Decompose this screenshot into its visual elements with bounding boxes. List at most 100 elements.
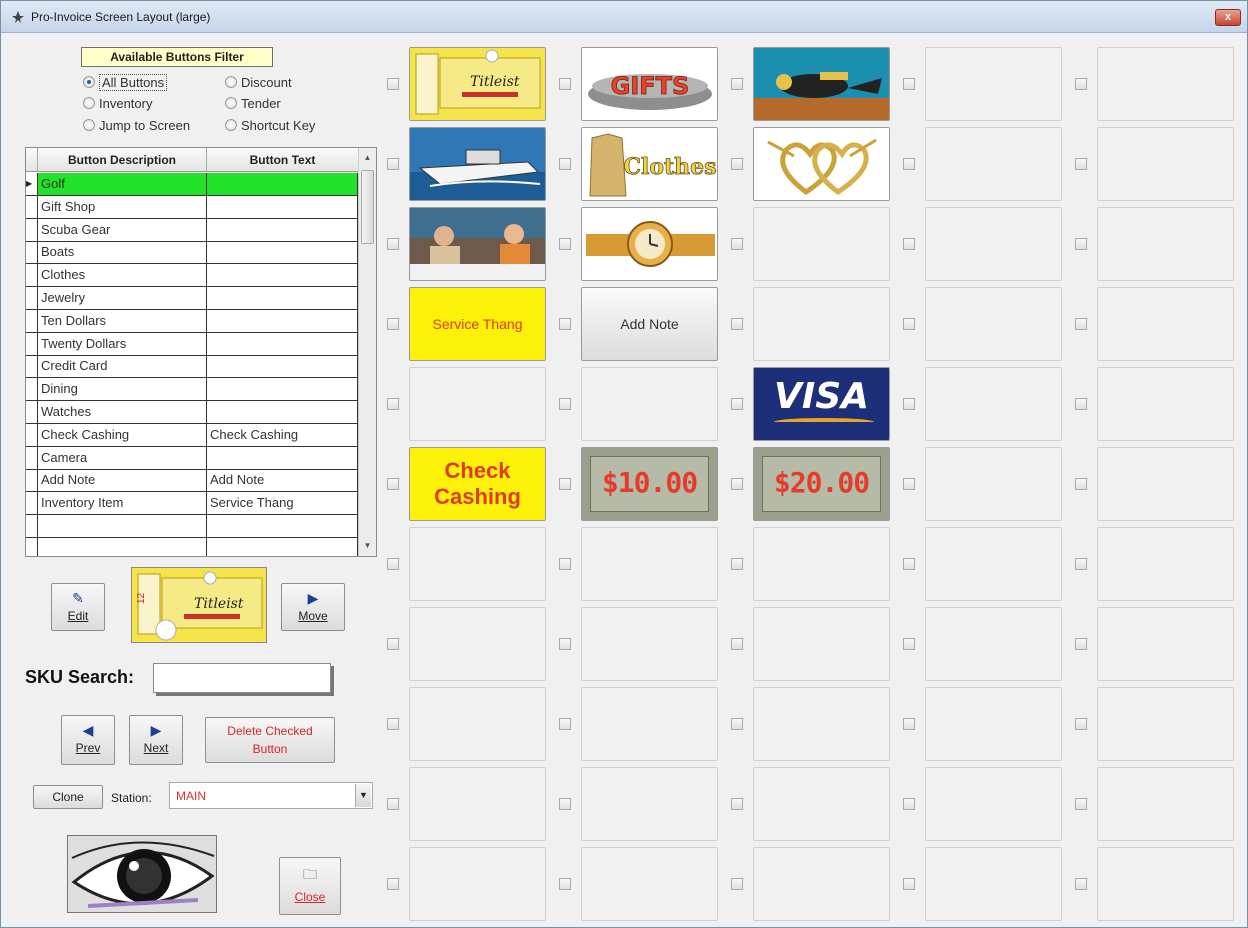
sku-search-input[interactable] — [153, 663, 331, 693]
button-checkbox[interactable] — [1075, 798, 1087, 810]
matrix-button-ten-dollars[interactable]: $10.00 — [581, 447, 718, 521]
matrix-button-watches[interactable] — [581, 207, 718, 281]
close-button[interactable]: 🗀 Close — [279, 857, 341, 915]
button-checkbox[interactable] — [387, 398, 399, 410]
matrix-button-gift-shop[interactable]: GIFTS — [581, 47, 718, 121]
table-row[interactable]: Check Cashing Check Cashing — [26, 423, 359, 447]
matrix-button-empty[interactable] — [409, 527, 546, 601]
edit-button[interactable]: ✎ Edit — [51, 583, 105, 631]
button-checkbox[interactable] — [903, 238, 915, 250]
cell-button-text[interactable] — [207, 309, 358, 332]
cell-description[interactable]: Clothes — [38, 264, 207, 287]
cell-description[interactable]: Check Cashing — [38, 423, 207, 446]
cell-description[interactable]: Watches — [38, 401, 207, 423]
radio-shortcut-key[interactable]: Shortcut Key — [225, 116, 315, 134]
radio-jump-to-screen[interactable]: Jump to Screen — [83, 116, 190, 134]
cell-description[interactable]: Jewelry — [38, 287, 207, 309]
matrix-button-empty[interactable] — [409, 607, 546, 681]
matrix-button-empty[interactable] — [925, 527, 1062, 601]
table-row[interactable] — [26, 537, 359, 556]
table-row[interactable]: Ten Dollars — [26, 309, 359, 333]
scroll-up-icon[interactable]: ▲ — [359, 150, 376, 166]
cell-description[interactable]: Credit Card — [38, 355, 207, 378]
matrix-button-empty[interactable] — [1097, 527, 1234, 601]
cell-description[interactable]: Inventory Item — [38, 492, 207, 515]
matrix-button-golf[interactable]: Titleist — [409, 47, 546, 121]
cell-description[interactable]: Scuba Gear — [38, 218, 207, 241]
table-row[interactable]: Boats — [26, 241, 359, 265]
matrix-button-service-thang[interactable]: Service Thang — [409, 287, 546, 361]
button-checkbox[interactable] — [1075, 878, 1087, 890]
cell-description[interactable] — [38, 515, 207, 537]
button-checkbox[interactable] — [903, 78, 915, 90]
button-checkbox[interactable] — [903, 798, 915, 810]
button-checkbox[interactable] — [731, 238, 743, 250]
button-checkbox[interactable] — [387, 718, 399, 730]
scroll-down-icon[interactable]: ▼ — [359, 538, 376, 554]
matrix-button-empty[interactable] — [753, 207, 890, 281]
button-checkbox[interactable] — [1075, 318, 1087, 330]
button-checkbox[interactable] — [559, 638, 571, 650]
radio-tender[interactable]: Tender — [225, 94, 281, 112]
table-row[interactable]: Camera — [26, 446, 359, 470]
table-row[interactable]: Twenty Dollars — [26, 332, 359, 356]
matrix-button-empty[interactable] — [409, 767, 546, 841]
matrix-button-empty[interactable] — [1097, 287, 1234, 361]
matrix-button-empty[interactable] — [925, 687, 1062, 761]
radio-discount[interactable]: Discount — [225, 73, 292, 91]
matrix-button-empty[interactable] — [1097, 367, 1234, 441]
move-button[interactable]: ▶ Move — [281, 583, 345, 631]
button-checkbox[interactable] — [903, 158, 915, 170]
matrix-button-clothes[interactable]: Clothes — [581, 127, 718, 201]
matrix-button-empty[interactable] — [1097, 207, 1234, 281]
cell-button-text[interactable]: Service Thang — [207, 492, 358, 515]
matrix-button-empty[interactable] — [409, 847, 546, 921]
matrix-button-empty[interactable] — [1097, 47, 1234, 121]
cell-button-text[interactable] — [207, 264, 358, 287]
matrix-button-empty[interactable] — [925, 287, 1062, 361]
next-button[interactable]: ▶ Next — [129, 715, 183, 765]
button-checkbox[interactable] — [559, 798, 571, 810]
cell-description[interactable]: Gift Shop — [38, 195, 207, 218]
cell-button-text[interactable] — [207, 218, 358, 241]
button-checkbox[interactable] — [731, 318, 743, 330]
delete-checked-button[interactable]: Delete Checked Button — [205, 717, 335, 763]
button-checkbox[interactable] — [559, 478, 571, 490]
cell-button-text[interactable] — [207, 515, 358, 537]
matrix-button-empty[interactable] — [925, 767, 1062, 841]
table-row[interactable]: Dining — [26, 378, 359, 402]
button-checkbox[interactable] — [903, 558, 915, 570]
button-checkbox[interactable] — [731, 398, 743, 410]
button-checkbox[interactable] — [1075, 558, 1087, 570]
matrix-button-empty[interactable] — [925, 207, 1062, 281]
cell-description[interactable]: Dining — [38, 378, 207, 401]
cell-button-text[interactable]: Add Note — [207, 469, 358, 492]
cell-button-text[interactable] — [207, 446, 358, 469]
matrix-button-empty[interactable] — [925, 607, 1062, 681]
matrix-button-empty[interactable] — [753, 607, 890, 681]
table-row[interactable]: Credit Card — [26, 355, 359, 379]
matrix-button-empty[interactable] — [925, 127, 1062, 201]
cell-description[interactable] — [38, 537, 207, 556]
button-checkbox[interactable] — [559, 718, 571, 730]
button-checkbox[interactable] — [387, 558, 399, 570]
scroll-thumb[interactable] — [361, 170, 374, 244]
button-checkbox[interactable] — [731, 638, 743, 650]
matrix-button-credit-card[interactable]: VISA — [753, 367, 890, 441]
button-checkbox[interactable] — [903, 638, 915, 650]
matrix-button-empty[interactable] — [925, 47, 1062, 121]
button-checkbox[interactable] — [731, 158, 743, 170]
button-checkbox[interactable] — [1075, 78, 1087, 90]
cell-button-text[interactable] — [207, 378, 358, 401]
button-checkbox[interactable] — [387, 478, 399, 490]
cell-button-text[interactable] — [207, 537, 358, 556]
table-row[interactable]: Gift Shop — [26, 195, 359, 219]
button-checkbox[interactable] — [387, 318, 399, 330]
button-checkbox[interactable] — [1075, 158, 1087, 170]
matrix-button-empty[interactable] — [581, 607, 718, 681]
matrix-button-empty[interactable] — [753, 847, 890, 921]
button-checkbox[interactable] — [903, 718, 915, 730]
clone-button[interactable]: Clone — [33, 785, 103, 809]
radio-inventory[interactable]: Inventory — [83, 94, 152, 112]
table-row[interactable]: Watches — [26, 401, 359, 424]
